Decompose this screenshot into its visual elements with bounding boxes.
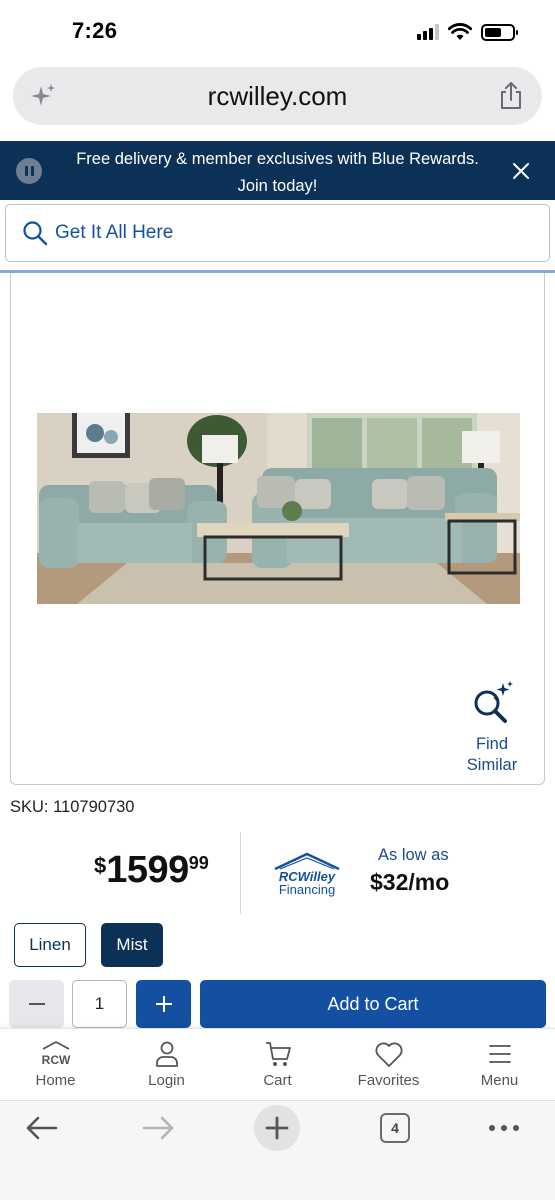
- nav-menu-label: Menu: [480, 1072, 519, 1089]
- tab-count-button[interactable]: 4: [380, 1113, 410, 1143]
- status-bar: 7:26: [0, 0, 555, 62]
- share-icon[interactable]: [498, 81, 524, 111]
- price-whole: 1599: [106, 849, 189, 891]
- financing-monthly-amount[interactable]: $32/mo: [370, 869, 449, 896]
- url-text[interactable]: rcwilley.com: [13, 81, 542, 112]
- find-similar-button[interactable]: Find Similar: [462, 681, 522, 776]
- find-similar-label: Find Similar: [466, 735, 518, 774]
- product-price: $159999: [94, 849, 209, 892]
- nav-menu[interactable]: Menu: [444, 1029, 555, 1101]
- promo-banner[interactable]: Free delivery & member exclusives with B…: [0, 141, 555, 200]
- quantity-decrease-button[interactable]: [9, 980, 64, 1028]
- user-icon: [155, 1041, 178, 1067]
- minus-icon: [28, 1003, 45, 1005]
- more-options-icon[interactable]: [488, 1123, 520, 1133]
- price-currency: $: [94, 853, 107, 878]
- nav-favorites-label: Favorites: [357, 1072, 420, 1089]
- cellular-signal-icon: [417, 24, 439, 40]
- product-photo[interactable]: [37, 413, 520, 604]
- nav-login[interactable]: Login: [111, 1029, 222, 1101]
- financing-as-low-as[interactable]: As low as: [378, 846, 449, 865]
- nav-home-label: Home: [35, 1072, 76, 1089]
- add-to-cart-button[interactable]: Add to Cart: [200, 980, 546, 1028]
- new-tab-button[interactable]: [254, 1105, 300, 1151]
- plus-icon: [265, 1116, 289, 1140]
- battery-icon: [481, 23, 518, 41]
- status-time: 7:26: [72, 18, 118, 43]
- close-icon[interactable]: [511, 161, 531, 181]
- price-cents: 99: [188, 853, 209, 873]
- quantity-increase-button[interactable]: [136, 980, 191, 1028]
- nav-login-label: Login: [148, 1072, 185, 1089]
- search-icon: [23, 221, 48, 246]
- pause-icon[interactable]: [16, 158, 42, 184]
- color-option-linen[interactable]: Linen: [14, 923, 86, 967]
- search-placeholder: Get It All Here: [55, 222, 174, 243]
- nav-favorites[interactable]: Favorites: [333, 1029, 444, 1101]
- heart-icon: [375, 1042, 402, 1067]
- nav-cart-label: Cart: [263, 1072, 292, 1089]
- rcw-home-icon: RCW: [41, 1040, 70, 1067]
- rcwilley-financing-logo[interactable]: RCWilley Financing: [272, 851, 342, 897]
- site-bottom-nav: RCW Home Login Cart Favorites Menu: [0, 1028, 555, 1100]
- divider: [240, 832, 241, 914]
- wifi-icon: [448, 23, 472, 40]
- plus-icon: [155, 996, 172, 1012]
- sku-text: SKU: 110790730: [10, 798, 135, 816]
- color-option-mist[interactable]: Mist: [101, 923, 163, 967]
- quantity-input[interactable]: 1: [72, 980, 127, 1028]
- hamburger-icon: [488, 1045, 511, 1063]
- nav-cart[interactable]: Cart: [222, 1029, 333, 1101]
- promo-text[interactable]: Free delivery & member exclusives with B…: [70, 146, 485, 200]
- search-input[interactable]: Get It All Here: [5, 204, 550, 262]
- nav-home[interactable]: RCW Home: [0, 1029, 111, 1101]
- product-image-card[interactable]: Find Similar: [10, 273, 545, 785]
- financing-brand-line2: Financing: [279, 882, 335, 897]
- url-bar[interactable]: rcwilley.com: [13, 67, 542, 125]
- browser-toolbar: 4: [0, 1100, 555, 1200]
- find-similar-icon: [474, 681, 513, 723]
- cart-icon: [265, 1042, 291, 1066]
- forward-arrow-icon[interactable]: [142, 1115, 176, 1141]
- rcw-logo-text: RCW: [41, 1053, 70, 1067]
- back-arrow-icon[interactable]: [24, 1115, 58, 1141]
- status-icons: [417, 20, 518, 44]
